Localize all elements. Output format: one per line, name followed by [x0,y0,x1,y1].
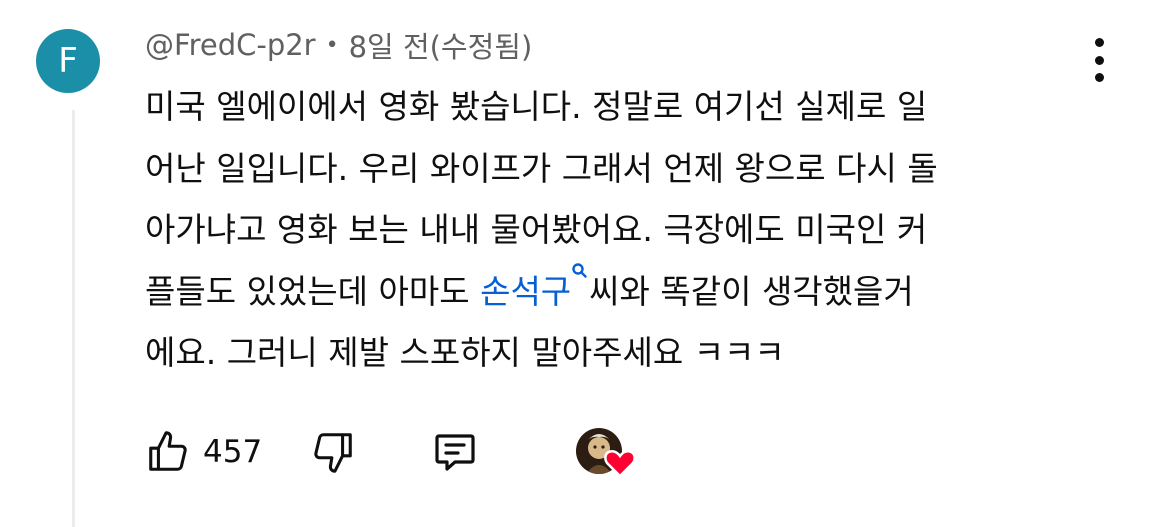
comment-line: 플들도 있었는데 아마도 손석구 씨와 똑같이 생각했을거 [145,261,1105,323]
timestamp[interactable]: 8일 전(수정됨) [349,24,533,66]
mention-text[interactable]: 손석구 [480,272,571,311]
comment-line: 미국 엘에이에서 영화 봤습니다. 정말로 여기선 실제로 일 [145,87,928,126]
thumbs-up-icon[interactable] [145,429,191,475]
like-button[interactable]: 457 [145,429,262,475]
comment-line: 에요. 그러니 제발 스포하지 말아주세요 ㅋㅋㅋ [145,333,785,372]
comment-text: 미국 엘에이에서 영화 봤습니다. 정말로 여기선 실제로 일 어난 일입니다.… [145,76,1105,384]
separator-dot: • [325,32,339,58]
like-count: 457 [203,434,263,470]
dislike-button[interactable] [310,429,356,475]
reply-button[interactable] [430,428,480,476]
reply-comment-icon[interactable] [430,428,480,476]
author-name[interactable]: @FredC-p2r [145,28,316,62]
creator-heart-badge[interactable] [576,424,640,480]
creator-heart-icon [604,450,636,478]
search-icon[interactable] [571,261,589,283]
comment-actions: 457 [145,420,640,484]
comment-line: 아가냐고 영화 보는 내내 물어봤어요. 극장에도 미국인 커 [145,210,928,249]
comment-line: 어난 일입니다. 우리 와이프가 그래서 언제 왕으로 다시 돌 [145,148,938,188]
comment-line-segment: 플들도 있었는데 아마도 [145,271,481,311]
avatar[interactable]: F [36,29,100,93]
comment-line-segment: 씨와 똑같이 생각했을거 [589,271,914,311]
mention-link[interactable]: 손석구 [480,262,589,311]
comment-header: @FredC-p2r • 8일 전(수정됨) [145,24,532,66]
thumbs-down-icon[interactable] [310,429,356,475]
thread-line [72,110,75,527]
